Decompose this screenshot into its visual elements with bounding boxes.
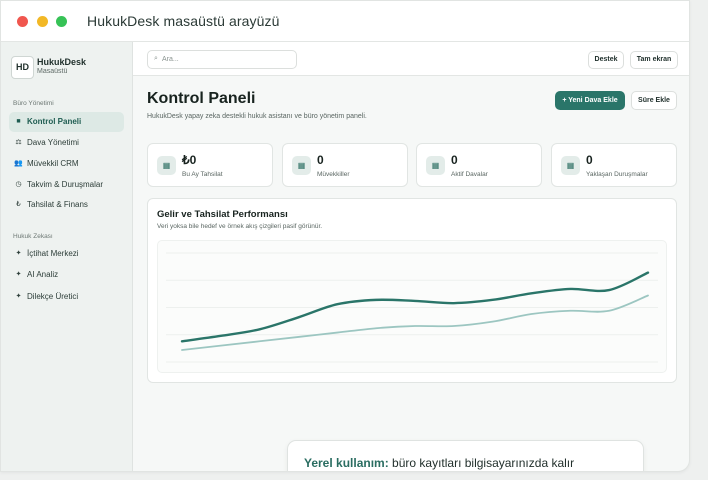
notice-body: büro kayıtları bilgisayarınızda kalır — [388, 456, 575, 470]
grid-icon: ▦ — [292, 156, 311, 175]
grid-icon: ▦ — [157, 156, 176, 175]
dashboard-icon: ■ — [16, 118, 21, 125]
notice-strong: Yerel kullanım: — [304, 456, 389, 470]
page-title: Kontrol Paneli — [147, 90, 256, 107]
chart-title: Gelir ve Tahsilat Performansı — [157, 209, 288, 220]
brand-subtitle: Masaüstü — [37, 68, 68, 75]
stat-card-muvekkiller: ▦ 0 Müvekkiller — [282, 143, 408, 187]
performance-chart-card: Gelir ve Tahsilat Performansı Veri yoksa… — [147, 198, 677, 383]
stat-card-durusmalar: ▦ 0 Yaklaşan Duruşmalar — [551, 143, 677, 187]
sidebar: HD HukukDesk Masaüstü Büro Yönetimi ■ Ko… — [1, 42, 133, 471]
fullscreen-button[interactable]: Tam ekran — [630, 51, 678, 69]
grid-icon: ▦ — [426, 156, 445, 175]
stat-label: Aktif Davalar — [451, 171, 488, 178]
cases-icon: ⚖ — [15, 139, 22, 146]
page-subtitle: HukukDesk yapay zeka destekli hukuk asis… — [147, 113, 367, 120]
sidebar-item-label: Dilekçe Üretici — [27, 292, 79, 301]
sidebar-item-label: Müvekkil CRM — [27, 159, 79, 168]
series-line-secondary — [181, 294, 649, 351]
search-icon: ⌕ — [154, 55, 158, 62]
chart-subtitle: Veri yoksa bile hedef ve örnek akış çizg… — [157, 223, 323, 230]
stat-value: 0 — [586, 153, 593, 167]
sidebar-item-label: AI Analiz — [27, 270, 59, 279]
stat-label: Yaklaşan Duruşmalar — [586, 171, 648, 178]
title-bar: HukukDesk masaüstü arayüzü — [1, 1, 689, 42]
sidebar-item-kontrol-paneli[interactable]: ■ Kontrol Paneli — [9, 112, 124, 132]
logo: HD — [11, 56, 34, 79]
calendar-icon: ◷ — [15, 181, 22, 188]
grid-icon: ▦ — [561, 156, 580, 175]
sidebar-item-muvekkil-crm[interactable]: 👥 Müvekkil CRM — [9, 154, 124, 174]
sidebar-item-ai-analiz[interactable]: ✦ AI Analiz — [9, 265, 124, 285]
minimize-window-button[interactable] — [37, 16, 48, 27]
chart-plot-area — [157, 240, 667, 373]
stat-card-aktif-davalar: ▦ 0 Aktif Davalar — [416, 143, 542, 187]
stat-card-tahsilat: ▦ ₺0 Bu Ay Tahsilat — [147, 143, 273, 187]
maximize-window-button[interactable] — [56, 16, 67, 27]
local-usage-notice: Yerel kullanım: büro kayıtları bilgisaya… — [287, 440, 644, 471]
brand-name: HukukDesk — [37, 57, 87, 67]
sidebar-item-takvim[interactable]: ◷ Takvim & Duruşmalar — [9, 175, 124, 195]
sidebar-item-label: Kontrol Paneli — [27, 117, 82, 126]
search-placeholder: Ara... — [162, 56, 179, 63]
sparkle-icon: ✦ — [15, 293, 22, 300]
series-line-primary — [180, 271, 650, 343]
add-time-button[interactable]: Süre Ekle — [631, 91, 677, 110]
sidebar-item-dava-yonetimi[interactable]: ⚖ Dava Yönetimi — [9, 133, 124, 153]
sidebar-item-label: Takvim & Duruşmalar — [27, 180, 104, 189]
window-title: HukukDesk masaüstü arayüzü — [87, 13, 280, 29]
sparkle-icon: ✦ — [15, 250, 22, 257]
finance-icon: ₺ — [16, 201, 21, 208]
clients-icon: 👥 — [14, 160, 23, 167]
sidebar-item-label: Dava Yönetimi — [27, 138, 79, 147]
performance-chart — [166, 252, 658, 363]
sidebar-item-label: Tahsilat & Finans — [27, 200, 88, 209]
support-button[interactable]: Destek — [588, 51, 624, 69]
search-input[interactable]: ⌕ Ara... — [147, 50, 297, 69]
sparkle-icon: ✦ — [15, 271, 22, 278]
sidebar-item-ictihat[interactable]: ✦ İçtihat Merkezi — [9, 244, 124, 264]
stat-label: Müvekkiller — [317, 171, 350, 178]
close-window-button[interactable] — [17, 16, 28, 27]
stat-value: ₺0 — [182, 153, 197, 167]
sidebar-item-label: İçtihat Merkezi — [27, 249, 79, 258]
notice-text: Yerel kullanım: büro kayıtları bilgisaya… — [304, 456, 574, 470]
app-window: HukukDesk masaüstü arayüzü HD HukukDesk … — [0, 0, 690, 472]
main-content: Kontrol Paneli HukukDesk yapay zeka dest… — [133, 76, 689, 471]
top-bar: ⌕ Ara... Destek Tam ekran — [133, 42, 689, 76]
section-label-buro: Büro Yönetimi — [13, 100, 54, 107]
sidebar-item-dilekce[interactable]: ✦ Dilekçe Üretici — [9, 287, 124, 307]
new-case-button[interactable]: + Yeni Dava Ekle — [555, 91, 625, 110]
stat-value: 0 — [317, 153, 324, 167]
sidebar-item-tahsilat[interactable]: ₺ Tahsilat & Finans — [9, 195, 124, 215]
stat-label: Bu Ay Tahsilat — [182, 171, 223, 178]
section-label-hukuk-zekasi: Hukuk Zekası — [13, 233, 53, 240]
stat-value: 0 — [451, 153, 458, 167]
